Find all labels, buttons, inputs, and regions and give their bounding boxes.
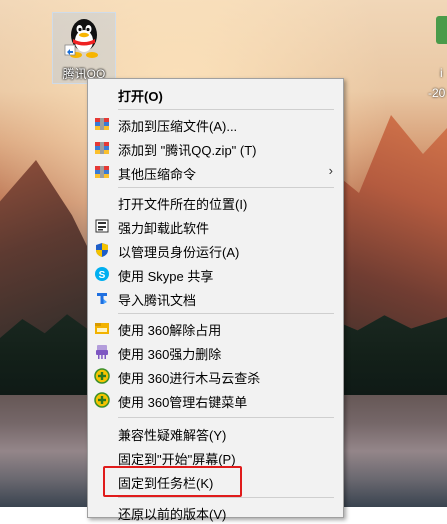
menu-item-360-trojan-scan[interactable]: 使用 360进行木马云查杀 — [88, 364, 343, 388]
menu-item-label: 打开(O) — [118, 89, 163, 104]
menu-separator — [118, 417, 334, 418]
menu-item-force-uninstall[interactable]: 强力卸载此软件 — [88, 214, 343, 238]
menu-separator — [118, 313, 334, 314]
menu-item-360-force-delete[interactable]: 使用 360强力删除 — [88, 340, 343, 364]
menu-item-label: 导入腾讯文档 — [118, 293, 197, 308]
menu-item-run-as-admin[interactable]: 以管理员身份运行(A) — [88, 238, 343, 262]
menu-item-compat-troubleshoot[interactable]: 兼容性疑难解答(Y) — [88, 421, 343, 445]
menu-separator — [118, 109, 334, 110]
360-shred-icon — [94, 344, 110, 360]
menu-item-add-to-zip[interactable]: 添加到 "腾讯QQ.zip" (T) — [88, 136, 343, 160]
menu-item-restore-previous[interactable]: 还原以前的版本(V) — [88, 500, 343, 524]
menu-item-label: 打开文件所在的位置(I) — [118, 197, 248, 212]
skype-icon: S — [94, 266, 110, 282]
menu-separator — [118, 187, 334, 188]
qq-penguin-icon — [64, 19, 98, 58]
menu-item-label: 使用 360管理右键菜单 — [118, 395, 248, 410]
menu-item-skype-share[interactable]: S 使用 Skype 共享 — [88, 262, 343, 286]
menu-item-open[interactable]: 打开(O) — [88, 82, 343, 106]
archive-icon — [94, 116, 110, 132]
red-highlight-box — [103, 466, 242, 497]
archive-icon — [94, 140, 110, 156]
menu-item-label: 使用 360强力删除 — [118, 347, 222, 362]
menu-item-label: 强力卸载此软件 — [118, 221, 210, 236]
tencent-docs-icon — [94, 290, 110, 306]
menu-item-label: 使用 Skype 共享 — [118, 269, 214, 284]
menu-item-360-unlock[interactable]: 使用 360解除占用 — [88, 316, 343, 340]
menu-item-360-manage-menu[interactable]: 使用 360管理右键菜单 — [88, 388, 343, 412]
360-menu-icon — [94, 392, 110, 408]
360-unlock-icon — [94, 320, 110, 336]
context-menu: 打开(O) 添加到压缩文件(A)... 添加到 "腾讯QQ.zip" (T) 其… — [87, 78, 344, 522]
partial-desktop-label-2: -20 — [428, 86, 446, 100]
menu-item-import-tencent-docs[interactable]: 导入腾讯文档 — [88, 286, 343, 310]
menu-item-other-compress[interactable]: 其他压缩命令 › — [88, 160, 343, 184]
submenu-arrow-icon: › — [328, 163, 333, 178]
menu-item-open-location[interactable]: 打开文件所在的位置(I) — [88, 190, 343, 214]
menu-item-label: 兼容性疑难解答(Y) — [118, 428, 227, 443]
menu-item-label: 以管理员身份运行(A) — [118, 245, 240, 260]
menu-item-label: 使用 360解除占用 — [118, 323, 222, 338]
archive-icon — [94, 164, 110, 180]
menu-item-add-archive[interactable]: 添加到压缩文件(A)... — [88, 112, 343, 136]
menu-item-label: 其他压缩命令 — [118, 167, 197, 182]
360-scan-icon — [94, 368, 110, 384]
uac-shield-icon — [94, 242, 110, 258]
partial-desktop-icon[interactable] — [436, 16, 447, 44]
partial-desktop-label-1: i — [440, 66, 443, 80]
menu-item-label: 添加到 "腾讯QQ.zip" (T) — [118, 143, 257, 158]
menu-item-label: 使用 360进行木马云查杀 — [118, 371, 261, 386]
desktop-icon-qq[interactable]: 腾讯QQ — [52, 12, 116, 84]
uninstall-icon — [94, 218, 110, 234]
menu-separator — [118, 497, 334, 498]
svg-text:S: S — [99, 270, 106, 281]
menu-item-label: 添加到压缩文件(A)... — [118, 119, 238, 134]
